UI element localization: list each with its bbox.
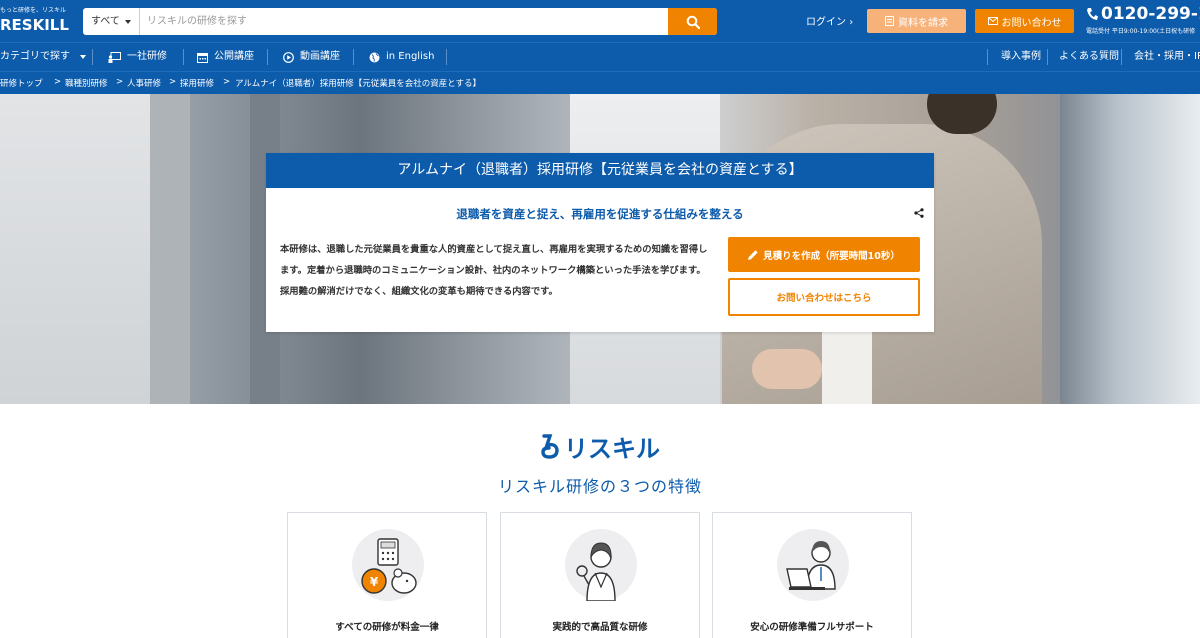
inquiry-button[interactable]: お問い合わせはこちら bbox=[728, 278, 920, 316]
calculator-coin-piggybank-illustration: ¥ bbox=[352, 529, 424, 601]
page-title: アルムナイ（退職者）採用研修【元従業員を会社の資産とする】 bbox=[266, 153, 934, 188]
calculator-coin-piggybank-illustration-svg: ¥ bbox=[361, 538, 417, 594]
breadcrumb-link[interactable]: 採用研修 bbox=[180, 77, 214, 89]
hero-background-building bbox=[1060, 94, 1200, 404]
nav-item-faq[interactable]: よくある質問 bbox=[1059, 43, 1119, 71]
nav-item-in-house-training[interactable]: 一社研修 bbox=[108, 43, 167, 71]
breadcrumb-separator: > bbox=[116, 77, 124, 87]
nav-item-company[interactable]: 会社・採用・IR bbox=[1134, 43, 1200, 71]
nav-item-label: 一社研修 bbox=[127, 51, 167, 62]
nav-item-label: 動画講座 bbox=[300, 51, 340, 62]
features-heading: リスキル研修の３つの特徴 bbox=[497, 477, 702, 496]
nav-divider bbox=[1047, 49, 1048, 65]
reskill-logo[interactable]: もっと研修を、リスキル RESKILL bbox=[0, 4, 72, 38]
nav-category-label: カテゴリで探す bbox=[0, 51, 70, 62]
nav-item-label: 会社・採用・IR bbox=[1134, 51, 1200, 62]
nav-divider bbox=[267, 49, 268, 65]
pencil-icon bbox=[748, 249, 758, 260]
breadcrumb-link[interactable]: 職種別研修 bbox=[65, 77, 108, 89]
calendar-icon bbox=[197, 52, 208, 63]
logo-tagline: もっと研修を、リスキル bbox=[0, 7, 67, 14]
phone-icon bbox=[1087, 8, 1098, 20]
breadcrumb-separator: > bbox=[169, 77, 177, 87]
instructor-ok-sign-illustration bbox=[565, 529, 637, 602]
presenter-icon bbox=[108, 51, 121, 63]
nav-item-public-course[interactable]: 公開講座 bbox=[197, 43, 254, 71]
search-bar: すべて bbox=[83, 8, 717, 35]
nav-item-video-course[interactable]: 動画講座 bbox=[283, 43, 340, 71]
phone-number: 0120-299-19 bbox=[1101, 4, 1200, 24]
breadcrumb-current: アルムナイ（退職者）採用研修【元従業員を会社の資産とする】 bbox=[235, 79, 481, 89]
search-scope-select[interactable]: すべて bbox=[83, 8, 140, 35]
course-description: 本研修は、退職した元従業員を貴重な人的資産として捉え直し、再雇用を実現するための… bbox=[280, 244, 708, 297]
login-link[interactable]: ログイン › bbox=[806, 13, 853, 28]
course-hero-card: アルムナイ（退職者）採用研修【元従業員を会社の資産とする】 退職者を資産と捉え、… bbox=[266, 153, 934, 332]
hero-person-hand bbox=[752, 349, 822, 389]
inquiry-label: お問い合わせはこちら bbox=[776, 293, 872, 304]
share-icon[interactable] bbox=[914, 208, 924, 218]
feature-label: 安心の研修準備フルサポート bbox=[750, 622, 874, 633]
nav-divider bbox=[1121, 49, 1122, 65]
create-estimate-label: 見積りを作成（所要時間10秒） bbox=[763, 250, 900, 262]
breadcrumb: 研修トップ > 職種別研修 > 人事研修 > 採用研修 > アルムナイ（退職者）… bbox=[0, 71, 1200, 94]
breadcrumb-separator: > bbox=[223, 77, 231, 87]
nav-item-label: in English bbox=[386, 51, 435, 62]
breadcrumb-separator: > bbox=[54, 77, 62, 87]
document-request-button[interactable]: 資料を請求 bbox=[867, 9, 966, 33]
reskill-brand-logo: リスキル bbox=[540, 430, 660, 463]
support-staff-laptop-illustration bbox=[777, 529, 849, 601]
breadcrumb-link[interactable]: 人事研修 bbox=[127, 77, 161, 89]
login-label: ログイン bbox=[806, 17, 846, 28]
globe-icon bbox=[369, 52, 380, 62]
caret-down-icon bbox=[125, 20, 131, 24]
feature-label: すべての研修が料金一律 bbox=[335, 622, 439, 633]
logo-text: RESKILL bbox=[0, 16, 69, 34]
document-request-label: 資料を請求 bbox=[898, 17, 948, 29]
support-staff-laptop-illustration-svg bbox=[786, 541, 836, 590]
feature-card[interactable]: ¥ すべての研修が料金一律 bbox=[287, 512, 487, 638]
nav-item-case-studies[interactable]: 導入事例 bbox=[1001, 43, 1041, 71]
hero-background-pillar bbox=[150, 94, 190, 404]
nav-item-in-english[interactable]: in English bbox=[369, 43, 434, 71]
nav-divider bbox=[353, 49, 354, 65]
caret-down-icon bbox=[80, 55, 86, 59]
contact-label: お問い合わせ bbox=[1001, 17, 1062, 29]
search-input[interactable] bbox=[143, 8, 668, 35]
contact-button[interactable]: お問い合わせ bbox=[975, 9, 1074, 33]
feature-label: 実践的で高品質な研修 bbox=[552, 622, 648, 633]
breadcrumb-link[interactable]: 研修トップ bbox=[0, 77, 43, 89]
nav-item-label: 導入事例 bbox=[1001, 51, 1041, 62]
mail-icon bbox=[987, 17, 998, 25]
document-icon bbox=[885, 16, 894, 26]
nav-divider bbox=[183, 49, 184, 65]
course-subtitle: 退職者を資産と捉え、再雇用を促進する仕組みを整える bbox=[456, 207, 744, 221]
feature-card[interactable]: 安心の研修準備フルサポート bbox=[712, 512, 912, 638]
brand-text: リスキル bbox=[564, 434, 660, 463]
instructor-ok-sign-illustration-svg bbox=[576, 542, 616, 602]
nav-item-label: 公開講座 bbox=[214, 51, 254, 62]
nav-category-dropdown[interactable]: カテゴリで探す bbox=[0, 43, 86, 71]
main-nav: カテゴリで探す 一社研修 公開講座 動画講座 in English 導入事例 よ… bbox=[0, 42, 1200, 71]
search-icon bbox=[686, 15, 700, 29]
phone-hours: 電話受付 平日9:00-19:00(土日祝も研修 bbox=[1086, 28, 1196, 35]
phone-contact[interactable]: 0120-299-19 電話受付 平日9:00-19:00(土日祝も研修 bbox=[1086, 4, 1200, 38]
hero-background-wall bbox=[0, 94, 150, 404]
create-estimate-button[interactable]: 見積りを作成（所要時間10秒） bbox=[728, 237, 920, 272]
reskill-mark-icon bbox=[541, 434, 559, 459]
top-header: もっと研修を、リスキル RESKILL すべて ログイン › 資料を請求 bbox=[0, 0, 1200, 42]
nav-item-label: よくある質問 bbox=[1059, 51, 1119, 62]
nav-divider bbox=[92, 49, 93, 65]
feature-card[interactable]: 実践的で高品質な研修 bbox=[500, 512, 700, 638]
search-button[interactable] bbox=[668, 8, 717, 35]
play-circle-icon bbox=[283, 51, 294, 63]
svg-text:¥: ¥ bbox=[370, 575, 379, 589]
nav-divider bbox=[446, 49, 447, 65]
nav-divider bbox=[987, 49, 988, 65]
search-scope-label: すべて bbox=[91, 16, 120, 27]
chevron-right-icon: › bbox=[849, 17, 854, 28]
